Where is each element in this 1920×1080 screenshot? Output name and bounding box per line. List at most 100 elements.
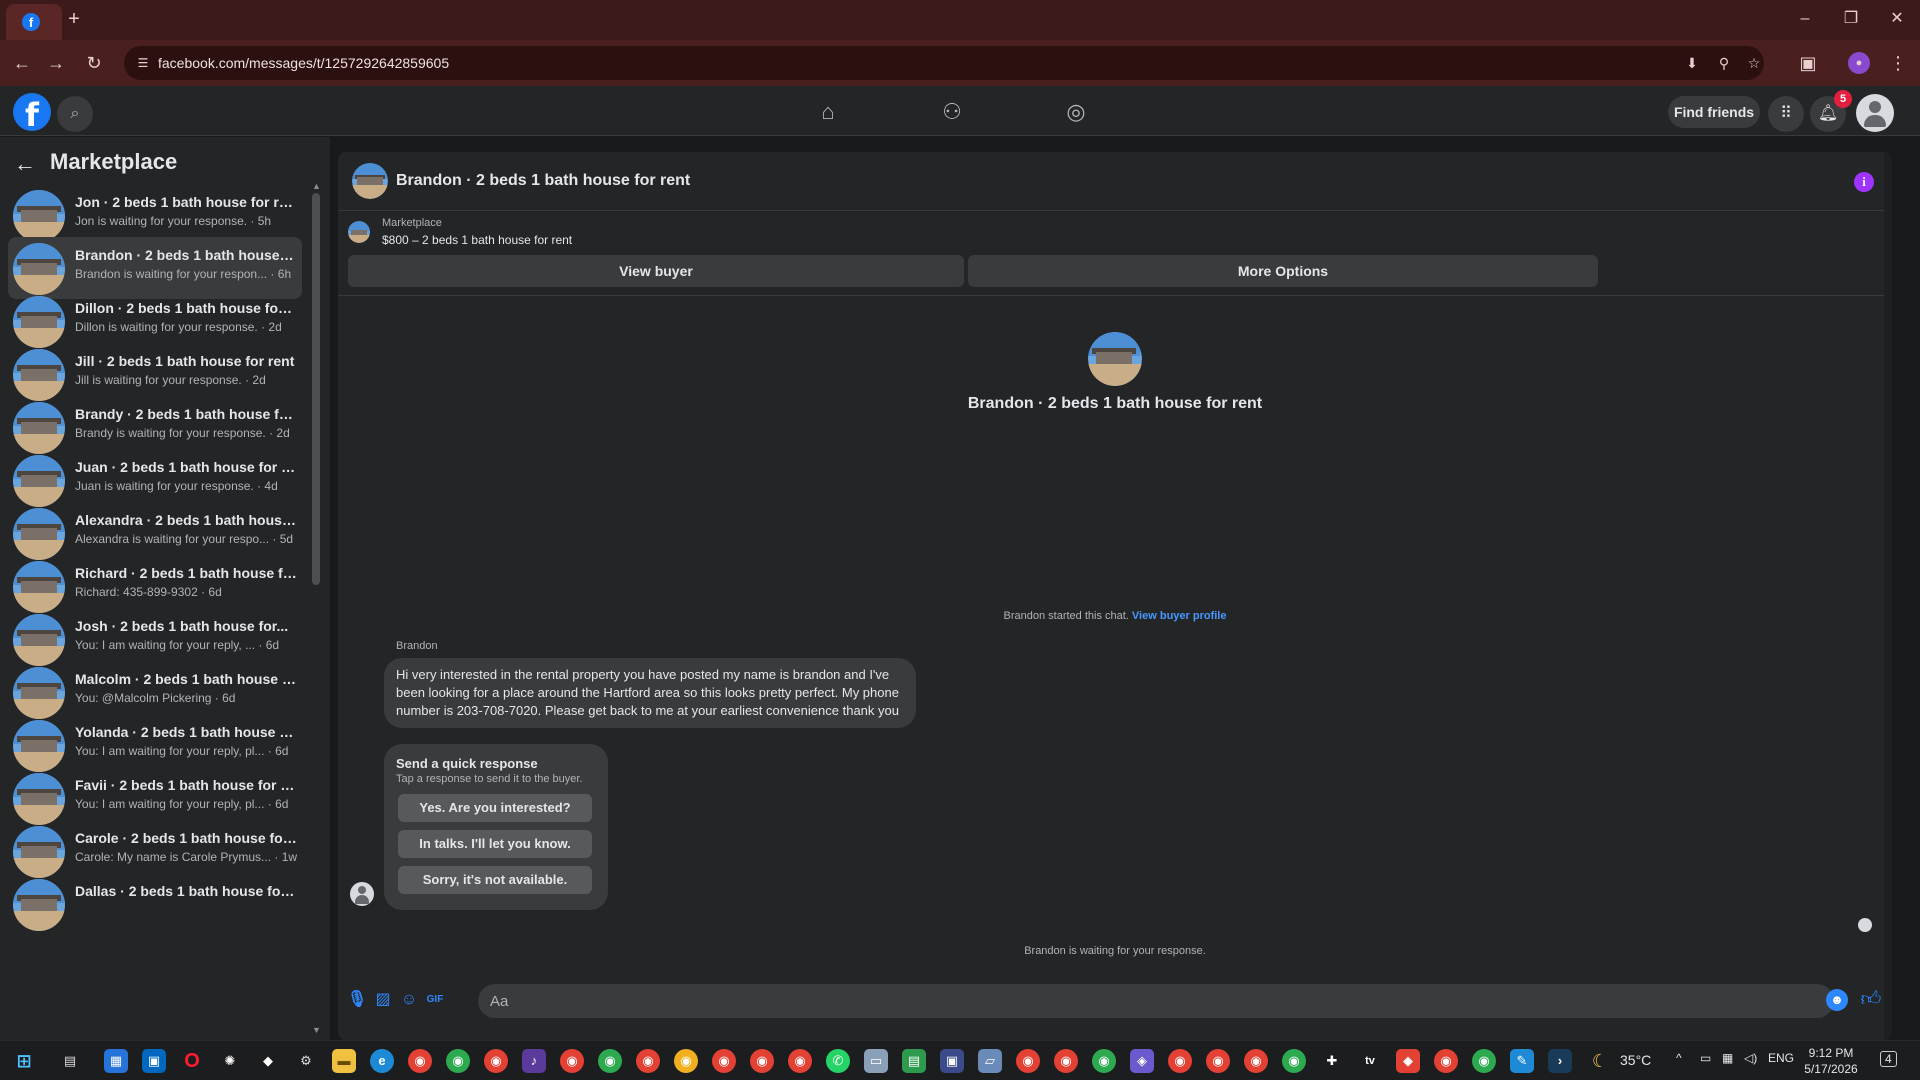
chatgpt-icon[interactable]: ✺ — [218, 1049, 242, 1073]
chrome-icon[interactable]: ◉ — [1244, 1049, 1268, 1073]
chrome-icon[interactable]: ◉ — [1282, 1049, 1306, 1073]
chat-header-avatar[interactable] — [352, 163, 388, 199]
zoom-icon[interactable]: ⚲ — [1712, 52, 1736, 74]
info-icon[interactable]: i — [1854, 172, 1874, 192]
security-icon[interactable]: ◆ — [256, 1049, 280, 1073]
app-icon[interactable]: ♪ — [522, 1049, 546, 1073]
new-tab-icon[interactable]: + — [62, 8, 86, 32]
chrome-icon[interactable]: ◉ — [1016, 1049, 1040, 1073]
anydesk-icon[interactable]: ◆ — [1396, 1049, 1420, 1073]
weather-moon-icon[interactable]: ☾ — [1588, 1049, 1612, 1073]
sticker-icon[interactable]: ☺ — [398, 989, 420, 1011]
windows-start-icon[interactable]: ⊞ — [12, 1049, 36, 1073]
file-explorer-icon[interactable]: ▬ — [332, 1049, 356, 1073]
conversation-title: Richard · 2 beds 1 bath house fo... — [75, 565, 297, 581]
more-options-button[interactable]: More Options — [968, 255, 1598, 287]
side-panel-icon[interactable]: ▣ — [1796, 51, 1820, 75]
scroll-up-icon[interactable]: ▲ — [312, 181, 321, 191]
quick-response-not-available-button[interactable]: Sorry, it's not available. — [398, 866, 592, 894]
chrome-icon[interactable]: ◉ — [788, 1049, 812, 1073]
puzzle-icon[interactable]: ✚ — [1320, 1049, 1344, 1073]
browser-menu-icon[interactable]: ⋮ — [1886, 51, 1910, 75]
restore-icon[interactable]: ❐ — [1836, 8, 1866, 32]
gif-icon[interactable]: GIF — [424, 989, 446, 1011]
quick-response-in-talks-button[interactable]: In talks. I'll let you know. — [398, 830, 592, 858]
address-bar[interactable]: ☰ facebook.com/messages/t/12572926428596… — [124, 46, 1764, 80]
avatar[interactable] — [1856, 94, 1894, 132]
chrome-icon[interactable]: ◉ — [408, 1049, 432, 1073]
app-icon[interactable]: ▤ — [902, 1049, 926, 1073]
chrome-icon[interactable]: ◉ — [1054, 1049, 1078, 1073]
browser-profile-icon[interactable]: ● — [1848, 52, 1870, 74]
conversation-title: Yolanda · 2 beds 1 bath house fo... — [75, 724, 297, 740]
volume-icon[interactable]: ◁) — [1744, 1051, 1757, 1065]
microphone-icon[interactable]: 🎙︎ — [346, 989, 368, 1011]
browser-tab[interactable]: f — [6, 4, 62, 40]
app-icon[interactable]: ▱ — [978, 1049, 1002, 1073]
opera-icon[interactable]: O — [180, 1049, 204, 1073]
whatsapp-icon[interactable]: ✆ — [826, 1049, 850, 1073]
chat-title[interactable]: Brandon · 2 beds 1 bath house for rent — [396, 172, 690, 190]
photo-icon[interactable]: ▨ — [372, 989, 394, 1011]
home-icon[interactable]: ⌂ — [808, 96, 848, 128]
app-icon[interactable]: ▣ — [142, 1049, 166, 1073]
chrome-icon[interactable]: ◉ — [712, 1049, 736, 1073]
edge-icon[interactable]: e — [370, 1049, 394, 1073]
emoji-icon[interactable]: ☻ — [1826, 989, 1848, 1011]
conversation-item[interactable]: Dallas · 2 beds 1 bath house for ... — [8, 873, 302, 935]
chrome-icon[interactable]: ◉ — [1168, 1049, 1192, 1073]
message-input[interactable] — [490, 991, 1790, 1011]
chrome-icon[interactable]: ◉ — [560, 1049, 584, 1073]
install-icon[interactable]: ⬇ — [1680, 52, 1704, 74]
store-icon[interactable]: ▦ — [104, 1049, 128, 1073]
chrome-icon[interactable]: ◉ — [1472, 1049, 1496, 1073]
sidebar-scrollbar[interactable] — [312, 193, 320, 585]
scroll-down-icon[interactable]: ▼ — [312, 1025, 321, 1035]
back-icon[interactable]: ← — [10, 51, 34, 75]
task-view-icon[interactable]: ▤ — [58, 1049, 82, 1073]
language-indicator[interactable]: ENG — [1768, 1051, 1794, 1065]
chat-scrollbar[interactable] — [1884, 152, 1892, 1040]
tray-monitor-icon[interactable]: ▭ — [1700, 1051, 1711, 1065]
view-buyer-button[interactable]: View buyer — [348, 255, 964, 287]
chrome-icon[interactable]: ◉ — [674, 1049, 698, 1073]
groups-icon[interactable]: ◎ — [1056, 96, 1096, 128]
chrome-icon[interactable]: ◉ — [1206, 1049, 1230, 1073]
chrome-icon[interactable]: ◉ — [750, 1049, 774, 1073]
copilot-icon[interactable]: ◈ — [1130, 1049, 1154, 1073]
like-thumb-icon[interactable]: 👍︎ — [1858, 986, 1884, 1012]
tray-chevron-icon[interactable]: ^ — [1676, 1051, 1682, 1065]
site-info-icon[interactable]: ☰ — [134, 54, 152, 72]
apple-tv-icon[interactable]: tv — [1358, 1049, 1382, 1073]
quick-response-yes-button[interactable]: Yes. Are you interested? — [398, 794, 592, 822]
friends-icon[interactable]: ⚇ — [932, 96, 972, 128]
chrome-icon[interactable]: ◉ — [484, 1049, 508, 1073]
bookmark-star-icon[interactable]: ☆ — [1742, 52, 1766, 74]
chrome-icon[interactable]: ◉ — [1092, 1049, 1116, 1073]
app-icon[interactable]: ▭ — [864, 1049, 888, 1073]
app-icon[interactable]: ✎ — [1510, 1049, 1534, 1073]
conversation-title: Malcolm · 2 beds 1 bath house f... — [75, 671, 297, 687]
message-composer[interactable] — [478, 984, 1834, 1018]
minimize-icon[interactable]: – — [1790, 8, 1820, 32]
forward-icon[interactable]: → — [44, 51, 68, 75]
find-friends-button[interactable]: Find friends — [1668, 96, 1760, 128]
view-buyer-profile-link[interactable]: View buyer profile — [1132, 610, 1227, 622]
chrome-icon[interactable]: ◉ — [598, 1049, 622, 1073]
clock[interactable]: 9:12 PM 5/17/2026 — [1796, 1045, 1866, 1077]
search-icon[interactable]: ⌕ — [57, 96, 93, 132]
chrome-icon[interactable]: ◉ — [636, 1049, 660, 1073]
close-icon[interactable]: ✕ — [1882, 8, 1912, 32]
menu-grid-icon[interactable]: ⠿ — [1768, 96, 1804, 132]
windows-taskbar: ⊞ ▤ ▦ ▣ O ✺ ◆ ⚙ ▬ e ◉ ◉ ◉ ♪ ◉ ◉ ◉ ◉ ◉ ◉ … — [0, 1040, 1920, 1080]
app-icon[interactable]: ▣ — [940, 1049, 964, 1073]
chrome-icon[interactable]: ◉ — [1434, 1049, 1458, 1073]
settings-gear-icon[interactable]: ⚙ — [294, 1049, 318, 1073]
chrome-icon[interactable]: ◉ — [446, 1049, 470, 1073]
terminal-icon[interactable]: › — [1548, 1049, 1572, 1073]
reload-icon[interactable]: ↻ — [82, 51, 106, 75]
back-arrow-icon[interactable]: ← — [14, 151, 36, 177]
notifications-center-icon[interactable]: 4 — [1880, 1051, 1897, 1067]
network-icon[interactable]: ▦ — [1722, 1051, 1733, 1065]
facebook-logo[interactable]: f — [13, 93, 51, 134]
